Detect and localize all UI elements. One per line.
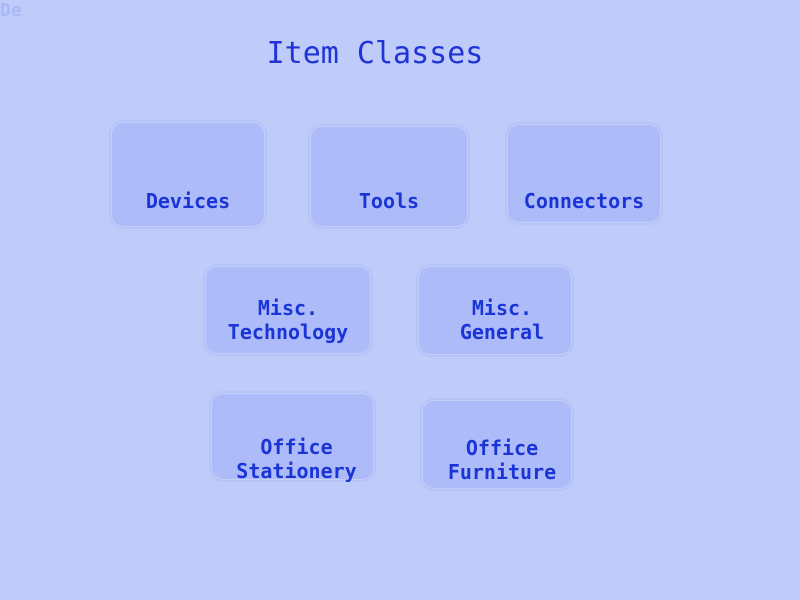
office-stationery-label: Office Stationery <box>236 435 357 483</box>
devices-label: Devices <box>145 189 231 213</box>
corner-text: De <box>0 0 22 21</box>
item-classes-page: De Item Classes Devices Tools Connectors… <box>0 0 800 600</box>
page-title: Item Classes <box>266 36 484 71</box>
misc-technology-class-button[interactable]: Misc. Technology <box>203 264 373 356</box>
office-furniture-label: Office Furniture <box>447 436 557 484</box>
office-stationery-class-button[interactable]: Office Stationery <box>209 391 376 483</box>
misc-general-label: Misc. General <box>459 296 545 344</box>
connectors-label: Connectors <box>523 189 645 213</box>
devices-class-button[interactable]: Devices <box>109 120 267 229</box>
misc-general-class-button[interactable]: Misc. General <box>416 264 574 357</box>
tools-class-button[interactable]: Tools <box>308 124 470 229</box>
office-furniture-class-button[interactable]: Office Furniture <box>420 398 574 491</box>
misc-technology-label: Misc. Technology <box>227 296 349 344</box>
connectors-class-button[interactable]: Connectors <box>505 122 663 225</box>
tools-label: Tools <box>358 189 420 213</box>
